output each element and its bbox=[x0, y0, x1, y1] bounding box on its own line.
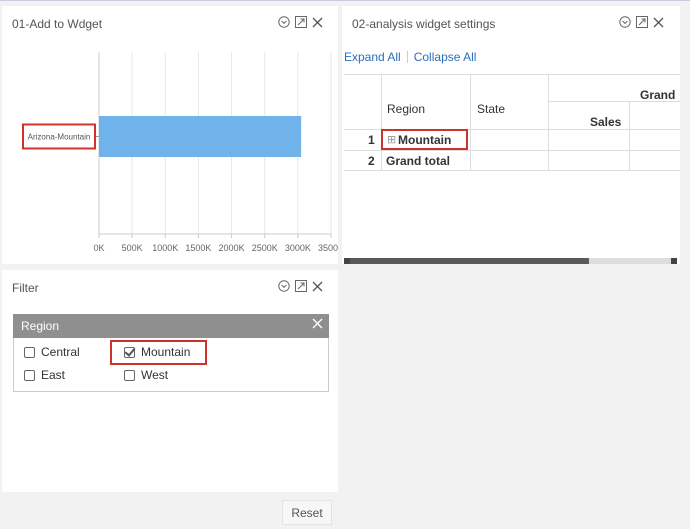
filter-option-west[interactable]: West bbox=[124, 368, 168, 382]
widget-title: Filter bbox=[12, 281, 39, 295]
expand-arrow-icon[interactable] bbox=[295, 16, 307, 28]
x-tick-label: 1000K bbox=[152, 243, 178, 253]
analysis-widget: 02-analysis widget settings Expand All Co… bbox=[342, 6, 680, 264]
option-label: Central bbox=[41, 345, 80, 359]
scrollbar-thumb[interactable] bbox=[344, 258, 589, 264]
expand-collapse-links: Expand All Collapse All bbox=[344, 50, 476, 64]
filter-option-east[interactable]: East bbox=[24, 368, 65, 382]
row-label-grand-total: Grand total bbox=[386, 154, 451, 168]
pivot-grid: Region State Grand Sales 1 ⊞ Mountain 2 … bbox=[344, 74, 680, 176]
x-tick-label: 2500K bbox=[252, 243, 278, 253]
chart-widget: 0K 500K 1000K 1500K 2000K 2500K 3000K 3500K Ariz… bbox=[2, 6, 338, 264]
checkbox[interactable] bbox=[124, 369, 135, 381]
x-tick-label: 3500K bbox=[318, 243, 338, 253]
column-header-sales[interactable]: Sales bbox=[590, 115, 621, 129]
widget-title: 01-Add to Wdget bbox=[12, 17, 103, 31]
grid-line bbox=[548, 74, 549, 170]
filter-widget: Filter Region Central Mountain East West bbox=[2, 270, 338, 492]
link-separator bbox=[406, 51, 408, 63]
empty-area bbox=[342, 270, 690, 529]
bar bbox=[99, 116, 302, 157]
collapse-all-link[interactable]: Collapse All bbox=[414, 50, 477, 64]
scroll-right-arrow[interactable] bbox=[671, 258, 677, 264]
row-number: 1 bbox=[368, 133, 375, 147]
grid-line bbox=[629, 101, 630, 170]
grid-line bbox=[381, 74, 382, 170]
x-tick-label: 3000K bbox=[285, 243, 311, 253]
scroll-left-arrow[interactable] bbox=[344, 258, 350, 264]
widget-controls bbox=[278, 16, 323, 28]
grid-line bbox=[344, 74, 680, 75]
chevron-circle-down-icon[interactable] bbox=[278, 16, 290, 28]
x-tick-label: 2000K bbox=[219, 243, 245, 253]
row-number: 2 bbox=[368, 154, 375, 168]
expand-all-link[interactable]: Expand All bbox=[344, 50, 401, 64]
x-tick-label: 1500K bbox=[185, 243, 211, 253]
option-label: East bbox=[41, 368, 66, 382]
widget-title: 02-analysis widget settings bbox=[352, 17, 496, 31]
column-group-header: Grand bbox=[640, 88, 676, 102]
close-icon[interactable] bbox=[312, 281, 323, 292]
filter-header: Region bbox=[13, 314, 329, 338]
bar-chart: 0K 500K 1000K 1500K 2000K 2500K 3000K 3500K Ariz… bbox=[22, 52, 338, 253]
column-header-state[interactable]: State bbox=[477, 102, 505, 116]
close-icon[interactable] bbox=[312, 17, 323, 28]
horizontal-scrollbar[interactable] bbox=[344, 258, 677, 264]
widget-controls bbox=[278, 280, 323, 292]
checkbox[interactable] bbox=[24, 346, 35, 358]
top-border bbox=[0, 0, 690, 1]
grid-line bbox=[470, 74, 471, 170]
highlight-box bbox=[381, 129, 468, 150]
chevron-circle-down-icon[interactable] bbox=[619, 16, 631, 28]
expand-arrow-icon[interactable] bbox=[295, 280, 307, 292]
checkbox[interactable] bbox=[24, 369, 35, 381]
filter-field-label: Region bbox=[21, 319, 60, 333]
column-header-region[interactable]: Region bbox=[387, 102, 425, 116]
close-icon[interactable] bbox=[653, 17, 664, 28]
highlight-box bbox=[110, 340, 207, 365]
x-tick-label: 500K bbox=[122, 243, 143, 253]
option-label: West bbox=[141, 368, 169, 382]
clear-filter-icon[interactable] bbox=[312, 318, 323, 329]
reset-button[interactable]: Reset bbox=[282, 500, 332, 525]
chevron-circle-down-icon[interactable] bbox=[278, 280, 290, 292]
expand-arrow-icon[interactable] bbox=[636, 16, 648, 28]
grid-line bbox=[344, 170, 680, 171]
filter-option-central[interactable]: Central bbox=[24, 345, 80, 359]
category-label: Arizona-Mountain bbox=[28, 133, 91, 142]
widget-controls bbox=[619, 16, 664, 28]
x-tick-label: 0K bbox=[93, 243, 104, 253]
